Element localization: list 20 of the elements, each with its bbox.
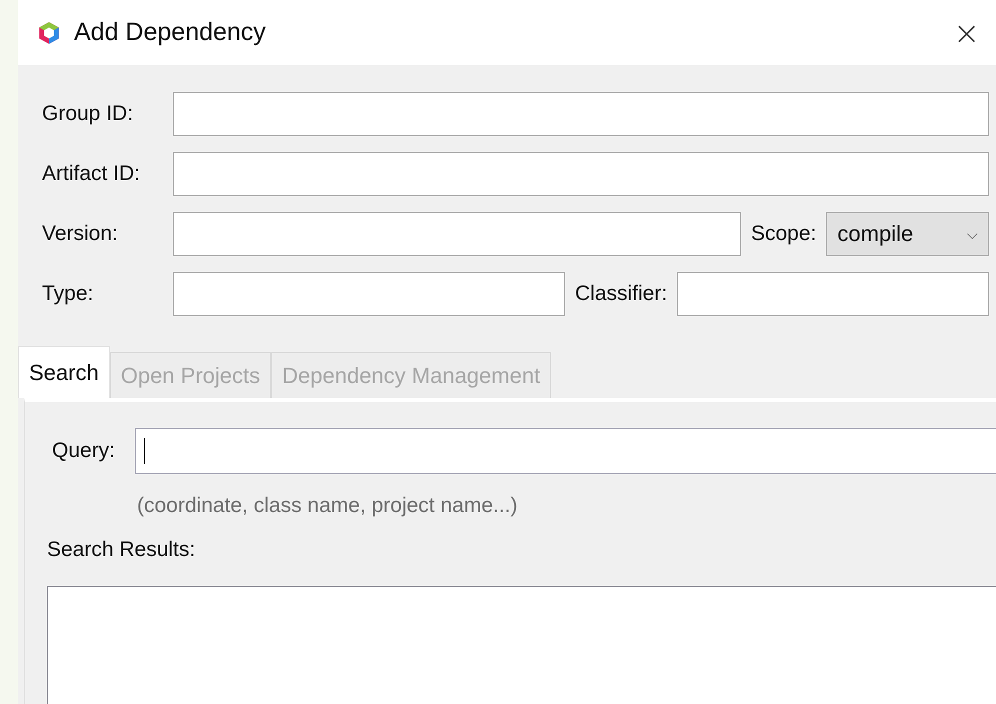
- input-field[interactable]: [173, 272, 565, 316]
- scope-dropdown[interactable]: compile ⌵: [826, 212, 989, 256]
- field-label: Classifier:: [575, 282, 668, 306]
- window-title: Add Dependency: [74, 18, 266, 47]
- hint-text: (coordinate, class name, project name...): [137, 494, 519, 518]
- query-field[interactable]: [135, 428, 996, 474]
- field-label: Version:: [42, 222, 119, 246]
- close-button[interactable]: ×: [947, 14, 986, 52]
- query-label: Query:: [52, 439, 116, 463]
- cube-icon: [38, 20, 60, 44]
- input-field[interactable]: [677, 272, 989, 316]
- field-label: Scope:: [751, 222, 816, 246]
- input-field[interactable]: [173, 92, 989, 136]
- tab[interactable]: Search: [18, 346, 110, 398]
- field-label: Type:: [42, 282, 94, 306]
- results-label: Search Results:: [47, 538, 196, 562]
- input-field[interactable]: [173, 212, 741, 256]
- field-label: Artifact ID:: [42, 162, 142, 186]
- input-field[interactable]: [173, 152, 989, 196]
- field-label: Group ID:: [42, 102, 134, 126]
